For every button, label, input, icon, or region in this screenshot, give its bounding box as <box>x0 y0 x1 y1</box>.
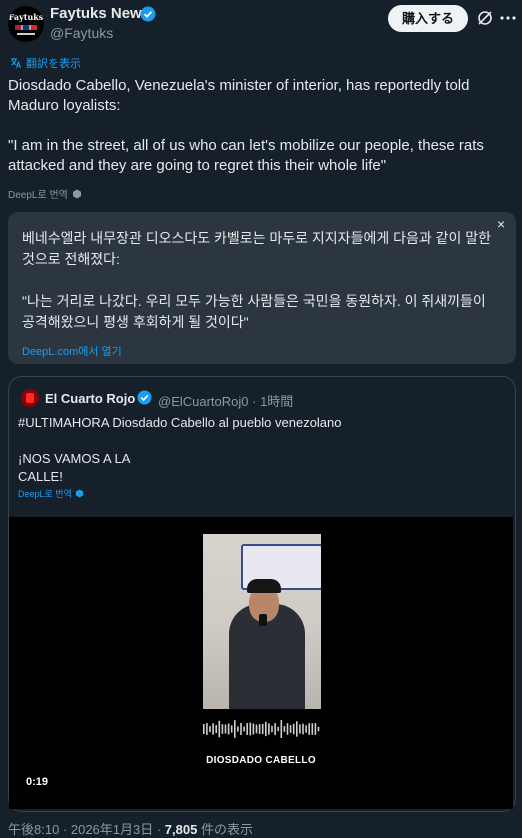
buy-button[interactable]: 購入する <box>388 5 468 32</box>
avatar-logo-text: Faytuks <box>8 12 44 22</box>
quoted-author-name[interactable]: El Cuarto Rojo <box>45 391 135 406</box>
quoted-deepl-label: DeepL로 번역 <box>18 489 72 499</box>
deepl-translate-link[interactable]: DeepL로 번역 <box>8 186 82 201</box>
deepl-icon <box>75 489 83 498</box>
author-name[interactable]: Faytuks News <box>50 5 150 22</box>
tweet-footer: 午後8:10 · 2026年1月3日 · 7,805 件の表示 <box>8 819 253 838</box>
quoted-text: #ULTIMAHORA Diosdado Cabello al pueblo v… <box>18 415 342 484</box>
tweet-text: Diosdado Cabello, Venezuela's minister o… <box>8 77 484 174</box>
show-translation-label: 翻訳を表示 <box>26 58 81 70</box>
flags-graphic <box>15 25 37 30</box>
microphone <box>259 614 267 626</box>
translate-icon <box>11 58 21 69</box>
close-translation-icon[interactable]: × <box>497 216 505 232</box>
quoted-verified-badge-icon <box>137 390 152 405</box>
speaker-cap <box>247 579 281 593</box>
quoted-meta: @ElCuartoRoj0 · 1時間 <box>158 394 294 409</box>
quoted-avatar[interactable] <box>21 389 39 407</box>
avatar-decoration <box>17 33 35 35</box>
avatar[interactable]: Faytuks <box>8 6 44 42</box>
deepl-icon <box>72 189 81 198</box>
show-translation-link[interactable]: 翻訳を表示 <box>10 55 81 71</box>
author-handle[interactable]: @Faytuks <box>50 25 113 41</box>
video-thumbnail[interactable] <box>203 534 321 709</box>
open-in-deepl-link[interactable]: DeepL.com에서 열기 <box>22 343 122 359</box>
video-caption: DIOSDADO CABELLO <box>206 755 316 766</box>
grok-icon[interactable] <box>477 10 493 26</box>
translation-text: 베네수엘라 내무장관 디오스다도 카벨로는 마두로 지지자들에게 다음과 같이 … <box>22 230 492 330</box>
video-duration: 0:19 <box>26 776 49 788</box>
deepl-label: DeepL로 번역 <box>8 190 68 201</box>
verified-badge-icon <box>140 6 156 22</box>
quoted-deepl-link[interactable]: DeepL로 번역 <box>18 487 84 500</box>
more-options-icon[interactable] <box>500 16 516 20</box>
audio-waveform-icon <box>203 720 320 738</box>
